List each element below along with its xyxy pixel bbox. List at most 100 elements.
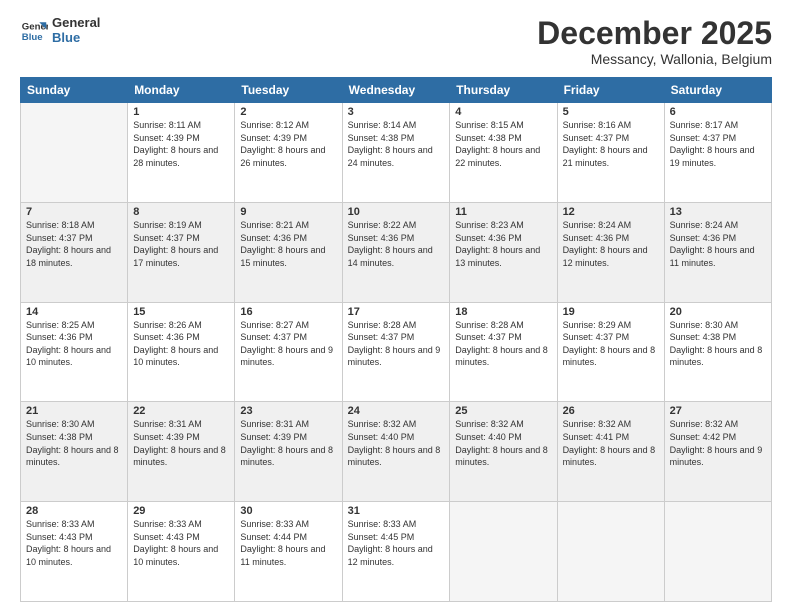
cell-content: Sunrise: 8:25 AM Sunset: 4:36 PM Dayligh… [26, 319, 122, 369]
cell-content: Sunrise: 8:14 AM Sunset: 4:38 PM Dayligh… [348, 119, 445, 169]
day-number: 28 [26, 505, 122, 517]
calendar-cell: 23 Sunrise: 8:31 AM Sunset: 4:39 PM Dayl… [235, 402, 342, 502]
title-block: December 2025 Messancy, Wallonia, Belgiu… [537, 16, 772, 67]
header: General Blue General Blue December 2025 … [20, 16, 772, 67]
day-number: 21 [26, 405, 122, 417]
calendar-cell: 27 Sunrise: 8:32 AM Sunset: 4:42 PM Dayl… [664, 402, 771, 502]
page: General Blue General Blue December 2025 … [0, 0, 792, 612]
cell-content: Sunrise: 8:23 AM Sunset: 4:36 PM Dayligh… [455, 219, 551, 269]
day-number: 5 [563, 106, 659, 118]
day-number: 29 [133, 505, 229, 517]
weekday-header: Wednesday [342, 78, 450, 103]
day-number: 7 [26, 206, 122, 218]
calendar-cell: 14 Sunrise: 8:25 AM Sunset: 4:36 PM Dayl… [21, 302, 128, 402]
calendar-cell: 15 Sunrise: 8:26 AM Sunset: 4:36 PM Dayl… [128, 302, 235, 402]
calendar-cell: 25 Sunrise: 8:32 AM Sunset: 4:40 PM Dayl… [450, 402, 557, 502]
calendar-cell: 3 Sunrise: 8:14 AM Sunset: 4:38 PM Dayli… [342, 103, 450, 203]
calendar-cell: 26 Sunrise: 8:32 AM Sunset: 4:41 PM Dayl… [557, 402, 664, 502]
calendar-cell: 24 Sunrise: 8:32 AM Sunset: 4:40 PM Dayl… [342, 402, 450, 502]
day-number: 23 [240, 405, 336, 417]
cell-content: Sunrise: 8:12 AM Sunset: 4:39 PM Dayligh… [240, 119, 336, 169]
cell-content: Sunrise: 8:33 AM Sunset: 4:44 PM Dayligh… [240, 518, 336, 568]
weekday-header: Tuesday [235, 78, 342, 103]
weekday-header: Sunday [21, 78, 128, 103]
day-number: 3 [348, 106, 445, 118]
cell-content: Sunrise: 8:24 AM Sunset: 4:36 PM Dayligh… [563, 219, 659, 269]
cell-content: Sunrise: 8:28 AM Sunset: 4:37 PM Dayligh… [348, 319, 445, 369]
cell-content: Sunrise: 8:30 AM Sunset: 4:38 PM Dayligh… [26, 418, 122, 468]
cell-content: Sunrise: 8:24 AM Sunset: 4:36 PM Dayligh… [670, 219, 766, 269]
svg-text:Blue: Blue [22, 32, 43, 43]
day-number: 19 [563, 306, 659, 318]
day-number: 2 [240, 106, 336, 118]
cell-content: Sunrise: 8:29 AM Sunset: 4:37 PM Dayligh… [563, 319, 659, 369]
cell-content: Sunrise: 8:30 AM Sunset: 4:38 PM Dayligh… [670, 319, 766, 369]
day-number: 31 [348, 505, 445, 517]
weekday-header: Thursday [450, 78, 557, 103]
calendar-cell: 7 Sunrise: 8:18 AM Sunset: 4:37 PM Dayli… [21, 202, 128, 302]
calendar-cell [450, 502, 557, 602]
calendar-cell: 19 Sunrise: 8:29 AM Sunset: 4:37 PM Dayl… [557, 302, 664, 402]
day-number: 11 [455, 206, 551, 218]
calendar-cell: 16 Sunrise: 8:27 AM Sunset: 4:37 PM Dayl… [235, 302, 342, 402]
calendar-cell: 13 Sunrise: 8:24 AM Sunset: 4:36 PM Dayl… [664, 202, 771, 302]
weekday-header: Friday [557, 78, 664, 103]
day-number: 26 [563, 405, 659, 417]
cell-content: Sunrise: 8:26 AM Sunset: 4:36 PM Dayligh… [133, 319, 229, 369]
calendar-cell: 6 Sunrise: 8:17 AM Sunset: 4:37 PM Dayli… [664, 103, 771, 203]
location: Messancy, Wallonia, Belgium [537, 51, 772, 67]
cell-content: Sunrise: 8:17 AM Sunset: 4:37 PM Dayligh… [670, 119, 766, 169]
cell-content: Sunrise: 8:32 AM Sunset: 4:41 PM Dayligh… [563, 418, 659, 468]
calendar-cell: 8 Sunrise: 8:19 AM Sunset: 4:37 PM Dayli… [128, 202, 235, 302]
day-number: 13 [670, 206, 766, 218]
logo-general: General [52, 16, 100, 31]
calendar-cell: 1 Sunrise: 8:11 AM Sunset: 4:39 PM Dayli… [128, 103, 235, 203]
day-number: 17 [348, 306, 445, 318]
day-number: 24 [348, 405, 445, 417]
calendar-cell: 4 Sunrise: 8:15 AM Sunset: 4:38 PM Dayli… [450, 103, 557, 203]
cell-content: Sunrise: 8:32 AM Sunset: 4:40 PM Dayligh… [455, 418, 551, 468]
calendar-cell: 12 Sunrise: 8:24 AM Sunset: 4:36 PM Dayl… [557, 202, 664, 302]
cell-content: Sunrise: 8:27 AM Sunset: 4:37 PM Dayligh… [240, 319, 336, 369]
cell-content: Sunrise: 8:22 AM Sunset: 4:36 PM Dayligh… [348, 219, 445, 269]
cell-content: Sunrise: 8:11 AM Sunset: 4:39 PM Dayligh… [133, 119, 229, 169]
calendar-cell: 11 Sunrise: 8:23 AM Sunset: 4:36 PM Dayl… [450, 202, 557, 302]
day-number: 20 [670, 306, 766, 318]
cell-content: Sunrise: 8:31 AM Sunset: 4:39 PM Dayligh… [133, 418, 229, 468]
calendar-cell: 28 Sunrise: 8:33 AM Sunset: 4:43 PM Dayl… [21, 502, 128, 602]
calendar-table: SundayMondayTuesdayWednesdayThursdayFrid… [20, 77, 772, 602]
cell-content: Sunrise: 8:18 AM Sunset: 4:37 PM Dayligh… [26, 219, 122, 269]
day-number: 30 [240, 505, 336, 517]
calendar-cell [21, 103, 128, 203]
day-number: 16 [240, 306, 336, 318]
logo-blue: Blue [52, 31, 100, 46]
cell-content: Sunrise: 8:32 AM Sunset: 4:42 PM Dayligh… [670, 418, 766, 468]
calendar-cell [664, 502, 771, 602]
calendar-cell: 30 Sunrise: 8:33 AM Sunset: 4:44 PM Dayl… [235, 502, 342, 602]
cell-content: Sunrise: 8:28 AM Sunset: 4:37 PM Dayligh… [455, 319, 551, 369]
day-number: 27 [670, 405, 766, 417]
calendar-cell: 22 Sunrise: 8:31 AM Sunset: 4:39 PM Dayl… [128, 402, 235, 502]
day-number: 1 [133, 106, 229, 118]
logo: General Blue General Blue [20, 16, 100, 46]
day-number: 6 [670, 106, 766, 118]
cell-content: Sunrise: 8:19 AM Sunset: 4:37 PM Dayligh… [133, 219, 229, 269]
cell-content: Sunrise: 8:16 AM Sunset: 4:37 PM Dayligh… [563, 119, 659, 169]
calendar-cell: 2 Sunrise: 8:12 AM Sunset: 4:39 PM Dayli… [235, 103, 342, 203]
cell-content: Sunrise: 8:31 AM Sunset: 4:39 PM Dayligh… [240, 418, 336, 468]
day-number: 25 [455, 405, 551, 417]
cell-content: Sunrise: 8:33 AM Sunset: 4:45 PM Dayligh… [348, 518, 445, 568]
calendar-cell [557, 502, 664, 602]
day-number: 8 [133, 206, 229, 218]
calendar-cell: 9 Sunrise: 8:21 AM Sunset: 4:36 PM Dayli… [235, 202, 342, 302]
logo-icon: General Blue [20, 17, 48, 45]
weekday-header: Saturday [664, 78, 771, 103]
month-year: December 2025 [537, 16, 772, 51]
calendar-cell: 18 Sunrise: 8:28 AM Sunset: 4:37 PM Dayl… [450, 302, 557, 402]
day-number: 12 [563, 206, 659, 218]
calendar-cell: 5 Sunrise: 8:16 AM Sunset: 4:37 PM Dayli… [557, 103, 664, 203]
calendar-cell: 17 Sunrise: 8:28 AM Sunset: 4:37 PM Dayl… [342, 302, 450, 402]
cell-content: Sunrise: 8:32 AM Sunset: 4:40 PM Dayligh… [348, 418, 445, 468]
cell-content: Sunrise: 8:15 AM Sunset: 4:38 PM Dayligh… [455, 119, 551, 169]
weekday-header: Monday [128, 78, 235, 103]
